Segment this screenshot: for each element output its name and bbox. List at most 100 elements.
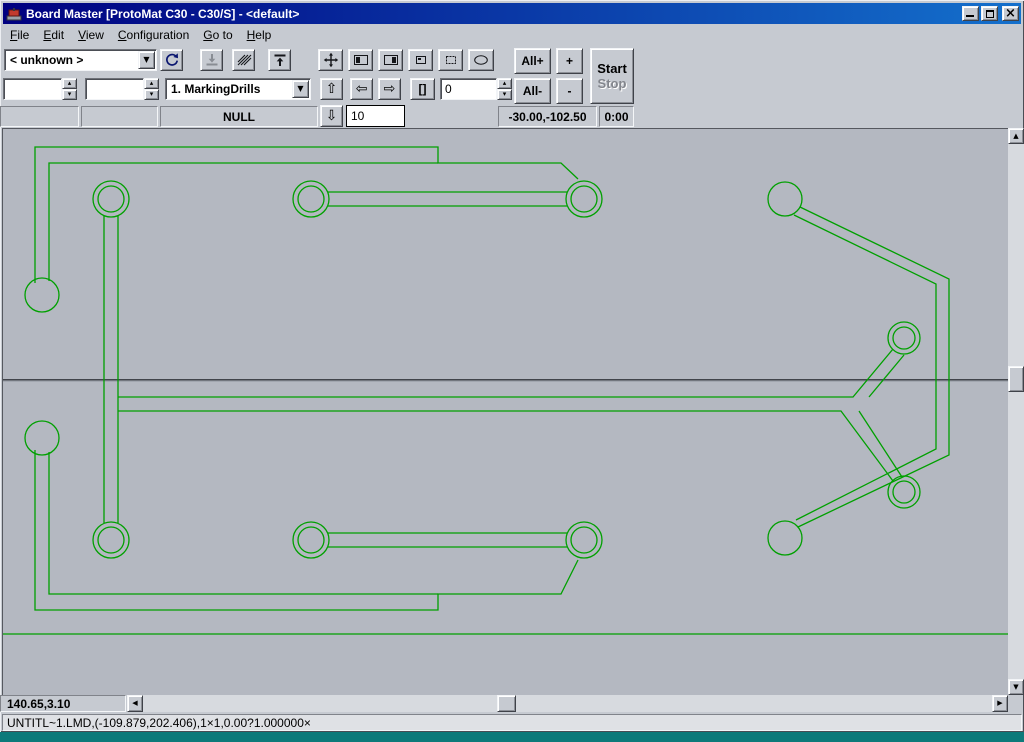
refresh-icon — [164, 52, 180, 68]
x-position-field[interactable] — [3, 78, 62, 100]
jog-right-button[interactable]: ⇨ — [378, 78, 401, 100]
scroll-up-button[interactable]: ▲ — [1008, 128, 1024, 144]
board-separator-line — [3, 379, 1008, 381]
scroll-up-icon: ▲ — [1013, 133, 1018, 140]
ellipse-icon — [473, 52, 489, 68]
close-icon: × — [1005, 7, 1016, 20]
x-position-spinner[interactable]: ▴ ▾ — [62, 78, 77, 100]
restore-button[interactable] — [981, 6, 998, 21]
x-spin-down-button[interactable]: ▾ — [62, 89, 77, 100]
job-selector[interactable]: < unknown > ▼ — [4, 49, 157, 71]
phase-selector-value: 1. MarkingDrills — [166, 82, 292, 96]
down-arrow-icon: ⇩ — [326, 109, 338, 123]
jog-left-button[interactable]: ⇦ — [350, 78, 373, 100]
window-title: Board Master [ProtoMat C30 - C30/S] - <d… — [26, 7, 962, 21]
menu-file[interactable]: File — [3, 26, 36, 44]
pcb-canvas[interactable] — [2, 128, 1008, 695]
stop-label: Stop — [598, 76, 627, 91]
menu-help[interactable]: Help — [240, 26, 279, 44]
count-spin-down-button[interactable]: ▾ — [497, 89, 512, 100]
spin-up-icon: ▴ — [150, 80, 154, 87]
board-separator-highlight — [3, 381, 1008, 382]
menu-view[interactable]: View — [71, 26, 111, 44]
board-left-icon — [353, 52, 369, 68]
trace-layer — [3, 147, 1008, 634]
x-spin-up-button[interactable]: ▴ — [62, 78, 77, 89]
app-window: Board Master [ProtoMat C30 - C30/S] - <d… — [0, 0, 1024, 732]
job-selector-value: < unknown > — [5, 53, 138, 67]
status-cell-x — [0, 106, 79, 127]
elapsed-time-cell: 0:00 — [599, 106, 634, 127]
scroll-down-icon: ▼ — [1013, 684, 1018, 691]
brackets-button[interactable]: [] — [410, 78, 435, 100]
spin-up-icon: ▴ — [68, 80, 72, 87]
menu-edit[interactable]: Edit — [36, 26, 71, 44]
pcb-drawing — [3, 129, 1008, 695]
start-stop-button[interactable]: Start Stop — [590, 48, 634, 104]
start-label: Start — [597, 61, 627, 76]
tool-status-cell: NULL — [160, 106, 318, 127]
menu-configuration[interactable]: Configuration — [111, 26, 196, 44]
menu-bar: File Edit View Configuration Go to Help — [3, 25, 1021, 45]
phase-selector-dropdown-button[interactable]: ▼ — [292, 80, 309, 98]
toolbar: < unknown > ▼ — [0, 46, 1024, 128]
vertical-scrollbar[interactable] — [1008, 128, 1024, 695]
hatch-icon — [236, 52, 252, 68]
step-size-field[interactable] — [346, 105, 405, 127]
all-minus-button[interactable]: All- — [514, 78, 551, 104]
app-icon — [5, 6, 23, 22]
zoom-area-button[interactable] — [408, 49, 433, 71]
rubout-button[interactable] — [232, 49, 255, 71]
status-cell-y — [81, 106, 158, 127]
scroll-down-button[interactable]: ▼ — [1008, 679, 1024, 695]
scroll-left-icon: ◀ — [132, 700, 137, 707]
horizontal-scroll-thumb[interactable] — [497, 695, 516, 712]
menu-goto[interactable]: Go to — [196, 26, 239, 44]
plus-button[interactable]: + — [556, 48, 583, 74]
screen: Board Master [ProtoMat C30 - C30/S] - <d… — [0, 0, 1024, 742]
send-to-machine-button[interactable] — [200, 49, 223, 71]
cursor-coords-cell: 140.65,3.10 — [0, 695, 126, 712]
y-spin-down-button[interactable]: ▾ — [144, 89, 159, 100]
y-position-spinner[interactable]: ▴ ▾ — [144, 78, 159, 100]
jog-down-button[interactable]: ⇩ — [320, 105, 343, 127]
measure-button[interactable] — [468, 49, 494, 71]
up-arrow-icon: ⇧ — [326, 82, 338, 96]
count-spinner[interactable]: ▴ ▾ — [497, 78, 512, 100]
plate-up-arrow-icon — [272, 52, 288, 68]
board-right-icon — [383, 52, 399, 68]
phase-selector[interactable]: 1. MarkingDrills ▼ — [165, 78, 311, 100]
y-spin-up-button[interactable]: ▴ — [144, 78, 159, 89]
minus-button[interactable]: - — [556, 78, 583, 104]
refresh-button[interactable] — [160, 49, 183, 71]
download-to-plate-icon — [204, 52, 220, 68]
chevron-down-icon: ▼ — [143, 56, 149, 64]
move-cross-icon — [323, 52, 339, 68]
spin-down-icon: ▾ — [503, 91, 507, 98]
scroll-right-icon: ▶ — [997, 700, 1002, 707]
restore-icon — [986, 10, 994, 18]
title-bar: Board Master [ProtoMat C30 - C30/S] - <d… — [3, 3, 1021, 24]
minimize-button[interactable] — [962, 6, 979, 21]
horizontal-scrollbar[interactable] — [143, 695, 992, 712]
move-head-button[interactable] — [318, 49, 343, 71]
job-selector-dropdown-button[interactable]: ▼ — [138, 51, 155, 69]
scroll-left-button[interactable]: ◀ — [127, 695, 143, 712]
y-position-field[interactable] — [85, 78, 144, 100]
view-window-button[interactable] — [378, 49, 403, 71]
close-button[interactable]: × — [1002, 6, 1019, 21]
scroll-right-button[interactable]: ▶ — [992, 695, 1008, 712]
chevron-down-icon: ▼ — [297, 85, 303, 93]
jog-up-button[interactable]: ⇧ — [320, 78, 343, 100]
vertical-scroll-thumb[interactable] — [1008, 366, 1024, 392]
spin-up-icon: ▴ — [503, 80, 507, 87]
view-board-button[interactable] — [348, 49, 373, 71]
count-spin-up-button[interactable]: ▴ — [497, 78, 512, 89]
zoom-select-button[interactable] — [438, 49, 463, 71]
head-position-cell: -30.00,-102.50 — [498, 106, 597, 127]
left-arrow-icon: ⇦ — [356, 82, 368, 96]
count-field[interactable] — [440, 78, 497, 100]
small-rect-icon — [413, 52, 429, 68]
material-up-button[interactable] — [268, 49, 291, 71]
all-plus-button[interactable]: All+ — [514, 48, 551, 74]
